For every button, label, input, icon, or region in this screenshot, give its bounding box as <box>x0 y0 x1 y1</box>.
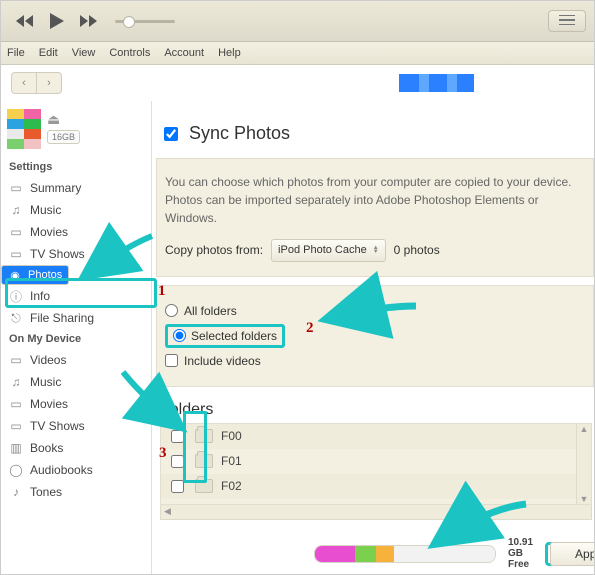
sidebar-item-books[interactable]: ▥Books <box>1 437 151 459</box>
vertical-scrollbar[interactable]: ▲▼ <box>576 424 591 504</box>
books-icon: ▥ <box>9 441 23 455</box>
folder-row[interactable]: F01 <box>161 449 577 474</box>
sidebar-item-movies2[interactable]: ▭Movies <box>1 393 151 415</box>
folder-options-panel: All folders Selected folders Include vid… <box>156 285 594 387</box>
nav-back-button[interactable]: ‹ <box>11 72 36 94</box>
capacity-bar <box>314 545 496 563</box>
sync-photos-checkbox[interactable] <box>164 127 178 141</box>
chevron-updown-icon: ▲▼ <box>373 246 379 254</box>
menu-view[interactable]: View <box>72 47 96 59</box>
include-videos-row[interactable]: Include videos <box>165 354 585 368</box>
include-videos-checkbox[interactable] <box>165 354 178 367</box>
sidebar-header-settings: Settings <box>1 157 151 177</box>
folder-checkbox[interactable] <box>171 430 184 443</box>
device-header[interactable]: ⏏ 16GB <box>1 105 151 157</box>
eject-icon[interactable]: ⏏ <box>47 111 80 128</box>
horizontal-scrollbar[interactable]: ◀ <box>160 505 592 520</box>
audiobooks-icon: ◯ <box>9 463 23 477</box>
movies-icon: ▭ <box>9 225 23 239</box>
tv-icon: ▭ <box>9 247 23 261</box>
scroll-up-icon[interactable]: ▲ <box>580 424 589 434</box>
forward-button[interactable] <box>77 9 101 33</box>
menu-account[interactable]: Account <box>164 47 204 59</box>
sidebar-item-videos[interactable]: ▭Videos <box>1 349 151 371</box>
folder-checkbox[interactable] <box>171 480 184 493</box>
all-folders-radio[interactable] <box>165 304 178 317</box>
sync-description-text: You can choose which photos from your co… <box>165 173 585 227</box>
copy-from-label: Copy photos from: <box>165 241 263 259</box>
sidebar-item-tones[interactable]: ♪Tones <box>1 481 151 503</box>
device-name-redacted <box>399 74 474 92</box>
selected-folders-highlight: Selected folders <box>165 324 285 348</box>
main-pane: Sync Photos You can choose which photos … <box>152 101 594 575</box>
sidebar-item-movies[interactable]: ▭Movies <box>1 221 151 243</box>
free-space-label: 10.91 GB Free <box>508 537 533 570</box>
menu-controls[interactable]: Controls <box>109 47 150 59</box>
sidebar-item-tvshows[interactable]: ▭TV Shows <box>1 243 151 265</box>
music-icon: ♫ <box>9 203 23 217</box>
list-view-button[interactable] <box>548 10 586 32</box>
menubar: File Edit View Controls Account Help <box>1 42 594 65</box>
bottom-bar: 10.91 GB Free Apply Done <box>314 537 590 570</box>
selected-folders-radio[interactable] <box>173 329 186 342</box>
videos-icon: ▭ <box>9 353 23 367</box>
sidebar-item-audiobooks[interactable]: ◯Audiobooks <box>1 459 151 481</box>
folder-checkbox[interactable] <box>171 455 184 468</box>
folder-row[interactable]: F02 <box>161 474 577 499</box>
sidebar-item-music2[interactable]: ♫Music <box>1 371 151 393</box>
device-artwork <box>7 109 41 149</box>
tv-icon: ▭ <box>9 419 23 433</box>
scroll-down-icon[interactable]: ▼ <box>580 494 589 504</box>
folder-icon <box>195 429 213 443</box>
movies-icon: ▭ <box>9 397 23 411</box>
capacity-badge: 16GB <box>47 130 80 144</box>
copy-from-select[interactable]: iPod Photo Cache ▲▼ <box>271 239 386 262</box>
summary-icon: ▭ <box>9 181 23 195</box>
sync-description-panel: You can choose which photos from your co… <box>156 158 594 277</box>
sidebar-item-photos[interactable]: ◉Photos <box>1 265 69 285</box>
folder-row[interactable]: F00 <box>161 424 577 449</box>
menu-edit[interactable]: Edit <box>39 47 58 59</box>
sidebar: ⏏ 16GB Settings ▭Summary ♫Music ▭Movies … <box>1 101 152 575</box>
folder-icon <box>195 454 213 468</box>
scroll-left-icon[interactable]: ◀ <box>164 506 171 517</box>
sidebar-item-summary[interactable]: ▭Summary <box>1 177 151 199</box>
sidebar-item-filesharing[interactable]: ⎋File Sharing <box>1 307 151 329</box>
all-folders-radio-row[interactable]: All folders <box>165 304 585 318</box>
photo-count-label: 0 photos <box>394 241 440 259</box>
play-button[interactable] <box>45 9 69 33</box>
folders-list: F00 F01 F02 ▲▼ <box>160 423 592 505</box>
sync-photos-title: Sync Photos <box>189 123 290 144</box>
sidebar-item-tvshows2[interactable]: ▭TV Shows <box>1 415 151 437</box>
folders-heading: Folders <box>160 401 594 419</box>
sidebar-header-ondevice: On My Device <box>1 329 151 349</box>
nav-row: ‹ › <box>1 65 594 101</box>
sidebar-item-info[interactable]: ⓘInfo <box>1 285 151 307</box>
menu-file[interactable]: File <box>7 47 25 59</box>
player-bar <box>1 1 594 42</box>
apply-highlight: Apply <box>545 542 594 566</box>
sidebar-item-music[interactable]: ♫Music <box>1 199 151 221</box>
tones-icon: ♪ <box>9 485 23 499</box>
filesharing-icon: ⎋ <box>9 311 23 325</box>
folder-icon <box>195 479 213 493</box>
apply-button[interactable]: Apply <box>550 542 594 566</box>
music-icon: ♫ <box>9 375 23 389</box>
menu-help[interactable]: Help <box>218 47 241 59</box>
info-icon: ⓘ <box>9 289 23 303</box>
volume-slider[interactable] <box>115 20 175 23</box>
rewind-button[interactable] <box>13 9 37 33</box>
nav-forward-button[interactable]: › <box>36 72 62 94</box>
camera-icon: ◉ <box>8 268 22 282</box>
